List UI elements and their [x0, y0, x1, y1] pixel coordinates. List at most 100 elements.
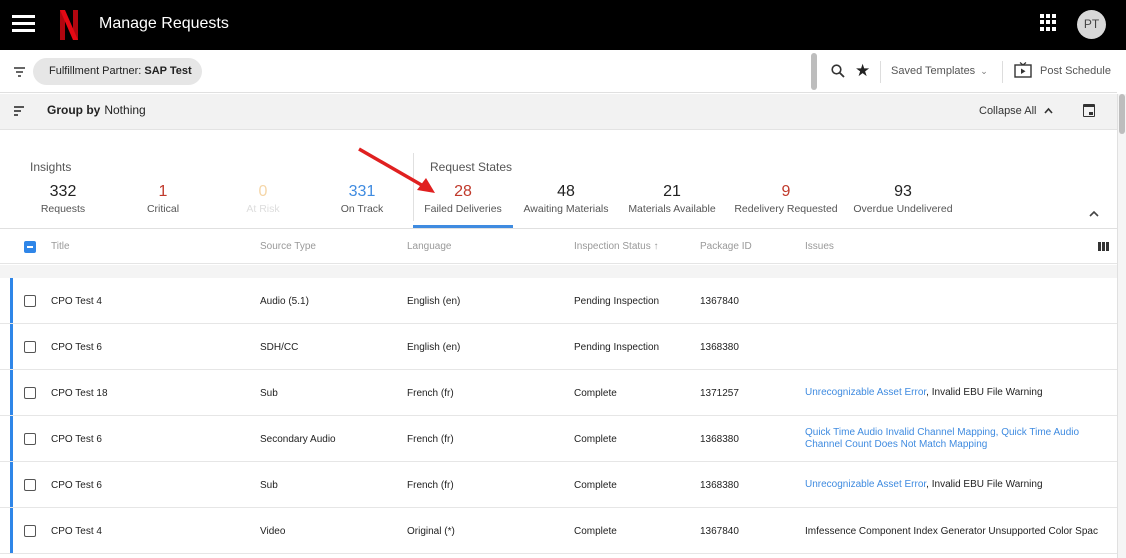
saved-templates-dropdown[interactable]: Saved Templates ⌄	[891, 65, 988, 77]
netflix-logo[interactable]	[60, 10, 78, 40]
issue-link[interactable]: Quick Time Audio Invalid Channel Mapping…	[805, 427, 1079, 450]
chevron-up-icon	[1043, 107, 1053, 114]
collapse-all-button[interactable]: Collapse All	[979, 105, 1053, 117]
row-accent	[10, 462, 13, 507]
cell-source-type: Video	[260, 525, 286, 537]
chevron-up-icon[interactable]	[1089, 209, 1099, 219]
stat-value: 48	[557, 183, 575, 200]
cell-source-type: Sub	[260, 479, 278, 491]
issue-text: , Invalid EBU File Warning	[926, 479, 1043, 490]
stat-requests[interactable]: 332 Requests	[8, 183, 118, 215]
stat-value: 332	[49, 183, 77, 200]
issue-link[interactable]: Unrecognizable Asset Error	[805, 387, 926, 398]
table-row[interactable]: CPO Test 6 Sub French (fr) Complete 1368…	[0, 462, 1117, 508]
table-header: Title Source Type Language Inspection St…	[0, 230, 1117, 264]
cell-issues: Unrecognizable Asset Error, Invalid EBU …	[805, 462, 1125, 508]
cell-language: English (en)	[407, 295, 461, 307]
stat-value: 21	[663, 183, 681, 200]
apps-grid-icon[interactable]	[1040, 14, 1057, 31]
filter-chip[interactable]: Fulfillment Partner: SAP Test	[33, 58, 202, 85]
divider	[880, 61, 881, 83]
column-header-inspection-status[interactable]: Inspection Status ↑	[574, 241, 659, 252]
collapse-all-label: Collapse All	[979, 105, 1037, 117]
row-checkbox[interactable]	[24, 525, 36, 537]
sort-icon[interactable]	[14, 106, 24, 116]
selected-tab-indicator	[413, 225, 513, 228]
stat-on-track[interactable]: 331 On Track	[307, 183, 417, 215]
post-schedule-button[interactable]: Post Schedule	[1040, 65, 1111, 77]
calendar-icon[interactable]	[1083, 104, 1095, 117]
stat-label: Awaiting Materials	[523, 203, 609, 215]
post-schedule-icon[interactable]	[1014, 62, 1032, 78]
saved-templates-label: Saved Templates	[891, 65, 976, 77]
row-checkbox[interactable]	[24, 479, 36, 491]
row-checkbox[interactable]	[24, 433, 36, 445]
table-body: CPO Test 4 Audio (5.1) English (en) Pend…	[0, 278, 1117, 554]
menu-icon[interactable]	[12, 15, 35, 33]
columns-icon[interactable]	[1098, 242, 1109, 251]
scrollbar[interactable]	[1117, 94, 1126, 558]
cell-package-id: 1371257	[700, 387, 739, 399]
row-accent	[10, 508, 13, 553]
cell-inspection-status: Pending Inspection	[574, 295, 660, 307]
avatar[interactable]: PT	[1077, 10, 1106, 39]
column-header-package-id[interactable]: Package ID	[700, 241, 752, 252]
select-all-checkbox[interactable]	[24, 241, 36, 253]
cell-issues: Imfessence Component Index Generator Uns…	[805, 508, 1117, 554]
column-header-title[interactable]: Title	[51, 241, 70, 252]
row-accent	[10, 370, 13, 415]
stat-critical[interactable]: 1 Critical	[108, 183, 218, 215]
group-by-selector[interactable]: Group by Nothing	[47, 103, 146, 117]
stat-value: 1	[158, 183, 168, 200]
cell-package-id: 1368380	[700, 479, 739, 491]
stat-label: On Track	[340, 203, 384, 215]
row-checkbox[interactable]	[24, 295, 36, 307]
table-row[interactable]: CPO Test 18 Sub French (fr) Complete 137…	[0, 370, 1117, 416]
stat-at-risk[interactable]: 0 At Risk	[208, 183, 318, 215]
table-row[interactable]: CPO Test 6 Secondary Audio French (fr) C…	[0, 416, 1117, 462]
stat-label: Overdue Undelivered	[853, 203, 953, 215]
table-spacer	[0, 265, 1117, 278]
stat-overdue-undelivered[interactable]: 93 Overdue Undelivered	[848, 183, 958, 215]
stat-label: At Risk	[246, 203, 280, 215]
star-icon[interactable]: ★	[855, 62, 870, 79]
cell-title: CPO Test 6	[51, 341, 102, 353]
filter-chip-label: Fulfillment Partner:	[49, 65, 142, 77]
column-header-issues[interactable]: Issues	[805, 241, 834, 252]
cell-issues: Unrecognizable Asset Error, Invalid EBU …	[805, 370, 1125, 416]
stat-redelivery-requested[interactable]: 9 Redelivery Requested	[731, 183, 841, 215]
scrollbar-thumb[interactable]	[1119, 94, 1125, 134]
issue-text: , Invalid EBU File Warning	[926, 387, 1043, 398]
cell-source-type: SDH/CC	[260, 341, 299, 353]
stat-failed-deliveries[interactable]: 28 Failed Deliveries	[408, 183, 518, 215]
filter-chip-value: SAP Test	[144, 65, 192, 77]
panel-resize-handle[interactable]	[811, 53, 817, 90]
issue-link[interactable]: Unrecognizable Asset Error	[805, 479, 926, 490]
row-checkbox[interactable]	[24, 341, 36, 353]
group-by-value: Nothing	[104, 103, 146, 117]
cell-title: CPO Test 4	[51, 295, 102, 307]
column-header-language[interactable]: Language	[407, 241, 452, 252]
table-row[interactable]: CPO Test 6 SDH/CC English (en) Pending I…	[0, 324, 1117, 370]
row-accent	[10, 324, 13, 369]
insights-title: Insights	[30, 160, 72, 174]
stat-awaiting-materials[interactable]: 48 Awaiting Materials	[511, 183, 621, 215]
stat-materials-available[interactable]: 21 Materials Available	[617, 183, 727, 215]
stat-value: 0	[258, 183, 268, 200]
search-icon[interactable]	[831, 64, 845, 78]
table-row[interactable]: CPO Test 4 Audio (5.1) English (en) Pend…	[0, 278, 1117, 324]
cell-source-type: Secondary Audio	[260, 433, 336, 445]
cell-inspection-status: Complete	[574, 433, 617, 445]
table-row[interactable]: CPO Test 4 Video Original (*) Complete 1…	[0, 508, 1117, 554]
group-by-label: Group by	[47, 103, 101, 117]
cell-inspection-status: Pending Inspection	[574, 341, 660, 353]
divider	[1002, 61, 1003, 83]
column-header-source-type[interactable]: Source Type	[260, 241, 316, 252]
row-accent	[10, 416, 13, 461]
cell-language: French (fr)	[407, 433, 454, 445]
filter-icon[interactable]	[14, 67, 25, 77]
app-title: Manage Requests	[99, 15, 229, 32]
stat-label: Redelivery Requested	[734, 203, 838, 215]
row-checkbox[interactable]	[24, 387, 36, 399]
cell-package-id: 1368380	[700, 341, 739, 353]
